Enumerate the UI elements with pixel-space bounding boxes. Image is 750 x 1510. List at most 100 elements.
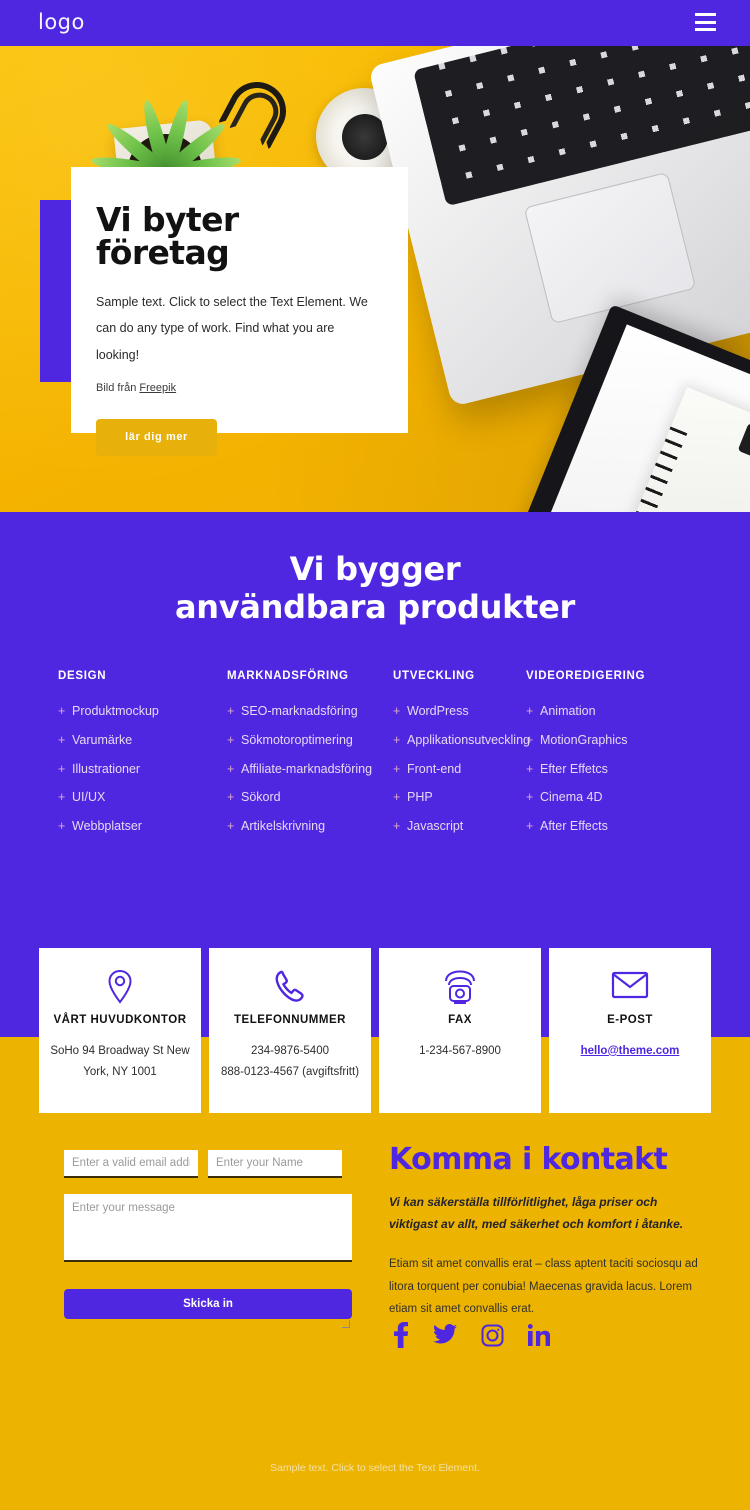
service-label: WordPress: [407, 704, 469, 718]
list-item[interactable]: + Sökmotoroptimering: [227, 729, 393, 753]
learn-more-button[interactable]: lär dig mer: [96, 418, 217, 456]
service-label: MotionGraphics: [540, 732, 628, 747]
logo[interactable]: logo: [38, 10, 85, 34]
credit-prefix: Bild från: [96, 381, 140, 394]
list-item[interactable]: + Webbplatser: [58, 815, 227, 839]
column-heading: VIDEOREDIGERING: [526, 670, 646, 682]
service-label: Sökmotoroptimering: [241, 732, 353, 747]
service-list: + Animation + MotionGraphics + Efter Effetc…: [526, 700, 678, 839]
contact-card-email: E-POST hello@theme.com: [549, 948, 711, 1113]
phone-tollfree: 888-0123-4567 (avgiftsfritt): [220, 1065, 360, 1078]
list-item[interactable]: + Illustrationer: [58, 758, 227, 782]
plus-icon: +: [526, 704, 534, 718]
plus-icon: +: [58, 732, 66, 747]
location-pin-icon: [39, 968, 201, 1012]
service-label: PHP: [407, 790, 433, 805]
envelope-icon: [549, 968, 711, 1012]
contact-card-office: VÅRT HUVUDKONTOR SoHo 94 Broadway St New…: [39, 948, 201, 1113]
facebook-icon[interactable]: [392, 1322, 409, 1348]
service-label: Applikationsutveckling: [407, 732, 530, 747]
list-item[interactable]: + Animation: [526, 700, 678, 724]
list-item[interactable]: + Artikelskrivning: [227, 815, 393, 839]
plus-icon: +: [393, 732, 401, 747]
plus-icon: +: [393, 704, 401, 718]
services-columns: DESIGN + Produktmockup + Varumärke + Illust…: [58, 670, 708, 844]
plus-icon: +: [526, 819, 534, 833]
twitter-icon[interactable]: [433, 1324, 457, 1346]
plus-icon: +: [526, 790, 534, 805]
column-heading: MARKNADSFÖRING: [227, 670, 349, 682]
list-item[interactable]: + Front-end: [393, 758, 526, 782]
list-item[interactable]: + Affiliate-marknadsföring: [227, 758, 393, 782]
plus-icon: +: [58, 761, 66, 776]
list-item[interactable]: + PHP: [393, 786, 526, 810]
list-item[interactable]: + MotionGraphics: [526, 729, 678, 753]
plus-icon: +: [227, 761, 235, 776]
plus-icon: +: [393, 790, 401, 805]
service-label: Javascript: [407, 819, 464, 833]
list-item[interactable]: + UI/UX: [58, 786, 227, 810]
get-in-touch-block: Komma i kontakt Vi kan säkerställa tillf…: [389, 1142, 709, 1321]
email-link[interactable]: hello@theme.com: [581, 1045, 680, 1057]
plus-icon: +: [227, 732, 235, 747]
list-item[interactable]: + SEO-marknadsföring: [227, 700, 393, 724]
service-list: + SEO-marknadsföring + Sökmotoroptimering …: [227, 700, 393, 839]
list-item[interactable]: + Produktmockup: [58, 700, 227, 724]
services-title-line-2: användbara produkter: [175, 588, 575, 627]
submit-button[interactable]: Skicka in: [64, 1289, 352, 1319]
service-label: After Effects: [540, 819, 608, 833]
plus-icon: +: [526, 732, 534, 747]
instagram-icon[interactable]: [481, 1324, 504, 1347]
plus-icon: +: [58, 704, 66, 718]
plus-icon: +: [227, 819, 235, 833]
service-label: Illustrationer: [72, 761, 141, 776]
kontakt-lead: Vi kan säkerställa tillförlitlighet, låg…: [389, 1195, 684, 1232]
linkedin-icon[interactable]: [528, 1324, 550, 1346]
service-label: Efter Effetcs: [540, 761, 608, 776]
service-label: Affiliate-marknadsföring: [241, 761, 373, 776]
message-input[interactable]: [64, 1194, 352, 1262]
contact-form: Skicka in: [64, 1150, 352, 1328]
list-item[interactable]: + WordPress: [393, 700, 526, 724]
list-item[interactable]: + Varumärke: [58, 729, 227, 753]
email-input[interactable]: [64, 1150, 198, 1178]
contact-card-phone: TELEFONNUMMER 234-9876-5400 888-0123-456…: [209, 948, 371, 1113]
card-body: 1-234-567-8900: [419, 1044, 501, 1057]
hero-card: Vi byter företag Sample text. Click to s…: [71, 167, 408, 456]
column-heading: UTVECKLING: [393, 670, 475, 682]
service-label: Cinema 4D: [540, 790, 603, 805]
list-item[interactable]: + Applikationsutveckling: [393, 729, 530, 753]
card-title: VÅRT HUVUDKONTOR: [53, 1014, 187, 1026]
social-links: [392, 1322, 692, 1348]
hero-image-credit: Bild från Freepik: [96, 382, 378, 394]
card-body: hello@theme.com: [549, 1041, 711, 1062]
hero-accent-bar: [40, 200, 73, 382]
hero-subtitle: Sample text. Click to select the Text El…: [96, 295, 368, 362]
service-label: Varumärke: [72, 732, 133, 747]
card-body: SoHo 94 Broadway St New York, NY 1001: [50, 1044, 190, 1078]
list-item[interactable]: + Cinema 4D: [526, 786, 678, 810]
plus-icon: +: [227, 790, 235, 805]
textarea-resize-handle[interactable]: [342, 1320, 350, 1328]
service-label: UI/UX: [72, 790, 106, 805]
list-item[interactable]: + Javascript: [393, 815, 526, 839]
service-list: + WordPress + Applikationsutveckling + Fron…: [393, 700, 530, 839]
fax-machine-icon: [379, 968, 541, 1012]
list-item[interactable]: + Efter Effetcs: [526, 758, 678, 782]
hamburger-menu-icon[interactable]: [695, 13, 716, 31]
service-label: Artikelskrivning: [241, 819, 326, 833]
service-column-utveckling: UTVECKLING + WordPress + Applikationsutvec…: [393, 670, 530, 844]
card-title: FAX: [448, 1014, 472, 1026]
name-input[interactable]: [208, 1150, 342, 1178]
card-title: TELEFONNUMMER: [234, 1014, 346, 1026]
credit-link-freepik[interactable]: Freepik: [139, 382, 176, 394]
plus-icon: +: [58, 790, 66, 805]
services-title: Vi bygger användbara produkter: [0, 550, 750, 627]
phone-primary: 234-9876-5400: [250, 1044, 329, 1057]
contact-card-fax: FAX 1-234-567-8900: [379, 948, 541, 1113]
form-row: [64, 1150, 352, 1178]
plus-icon: +: [227, 704, 235, 718]
list-item[interactable]: + Sökord: [227, 786, 393, 810]
list-item[interactable]: + After Effects: [526, 815, 678, 839]
contact-cards: VÅRT HUVUDKONTOR SoHo 94 Broadway St New…: [39, 948, 711, 1113]
